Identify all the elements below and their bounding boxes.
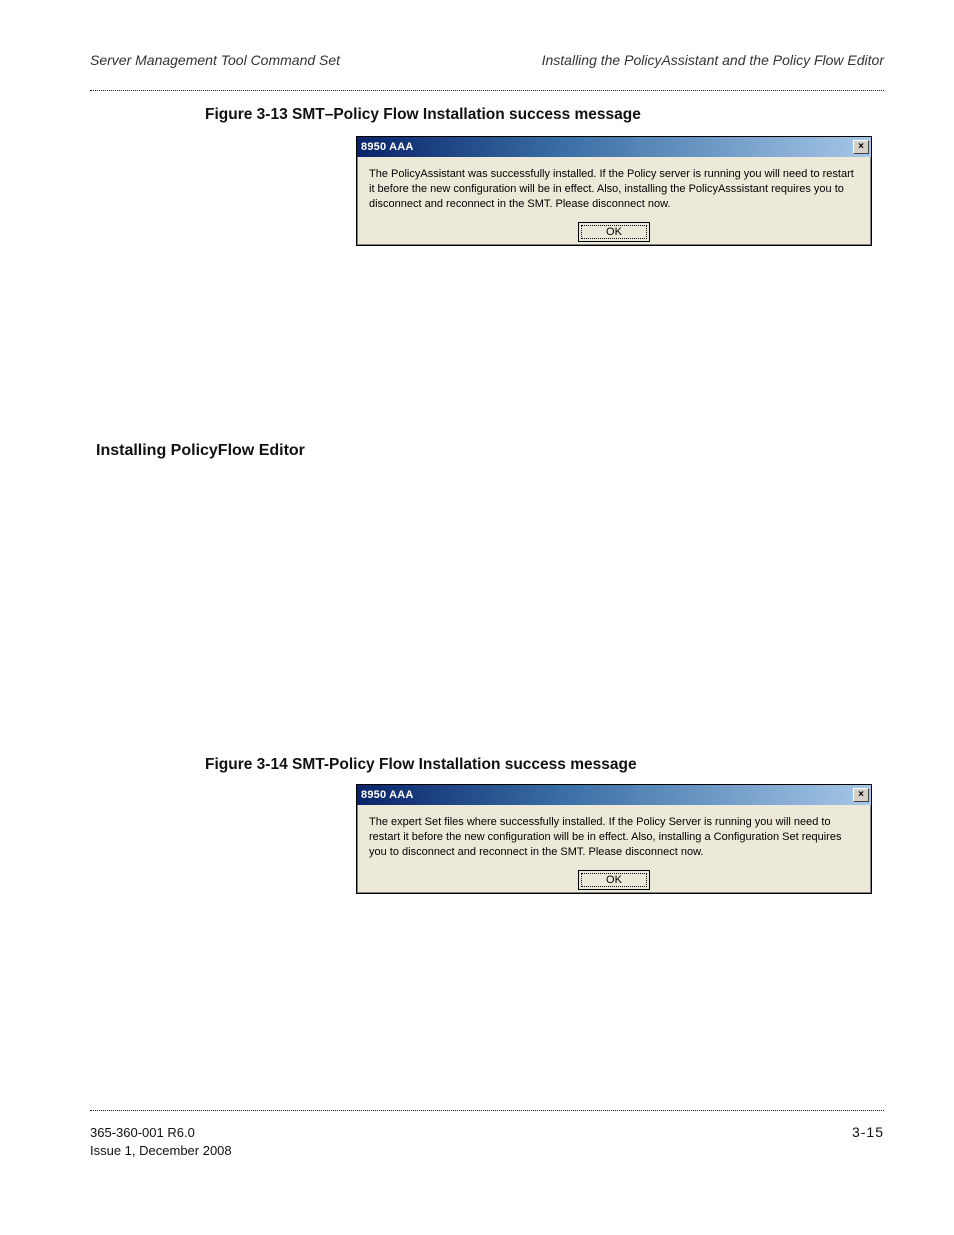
dialog-success-3-13: 8950 AAA × The PolicyAssistant was succe… [356,136,872,246]
running-header: Server Management Tool Command Set Insta… [90,52,884,68]
ok-button[interactable]: OK [578,222,650,242]
footer-rule [90,1110,884,1111]
header-rule [90,90,884,91]
figure-caption-3-13: Figure 3-13 SMT–Policy Flow Installation… [205,106,641,124]
dialog-titlebar: 8950 AAA × [357,137,871,157]
dialog-success-3-14: 8950 AAA × The expert Set files where su… [356,784,872,894]
header-right: Installing the PolicyAssistant and the P… [542,52,884,68]
doc-id: 365-360-001 R6.0 [90,1124,232,1142]
dialog-button-row: OK [357,866,871,898]
dialog-message: The PolicyAssistant was successfully ins… [357,157,871,218]
close-icon[interactable]: × [853,140,869,154]
dialog-titlebar: 8950 AAA × [357,785,871,805]
dialog-title: 8950 AAA [361,141,414,153]
doc-issue: Issue 1, December 2008 [90,1142,232,1160]
close-icon[interactable]: × [853,788,869,802]
page-number: 3-15 [852,1124,884,1140]
header-left: Server Management Tool Command Set [90,52,340,68]
running-footer: 365-360-001 R6.0 Issue 1, December 2008 … [90,1124,884,1159]
dialog-message: The expert Set files where successfully … [357,805,871,866]
footer-left: 365-360-001 R6.0 Issue 1, December 2008 [90,1124,232,1159]
dialog-button-row: OK [357,218,871,250]
ok-button[interactable]: OK [578,870,650,890]
page: Server Management Tool Command Set Insta… [0,0,954,1235]
dialog-title: 8950 AAA [361,789,414,801]
figure-caption-3-14: Figure 3-14 SMT-Policy Flow Installation… [205,756,637,774]
section-heading: Installing PolicyFlow Editor [96,442,305,460]
